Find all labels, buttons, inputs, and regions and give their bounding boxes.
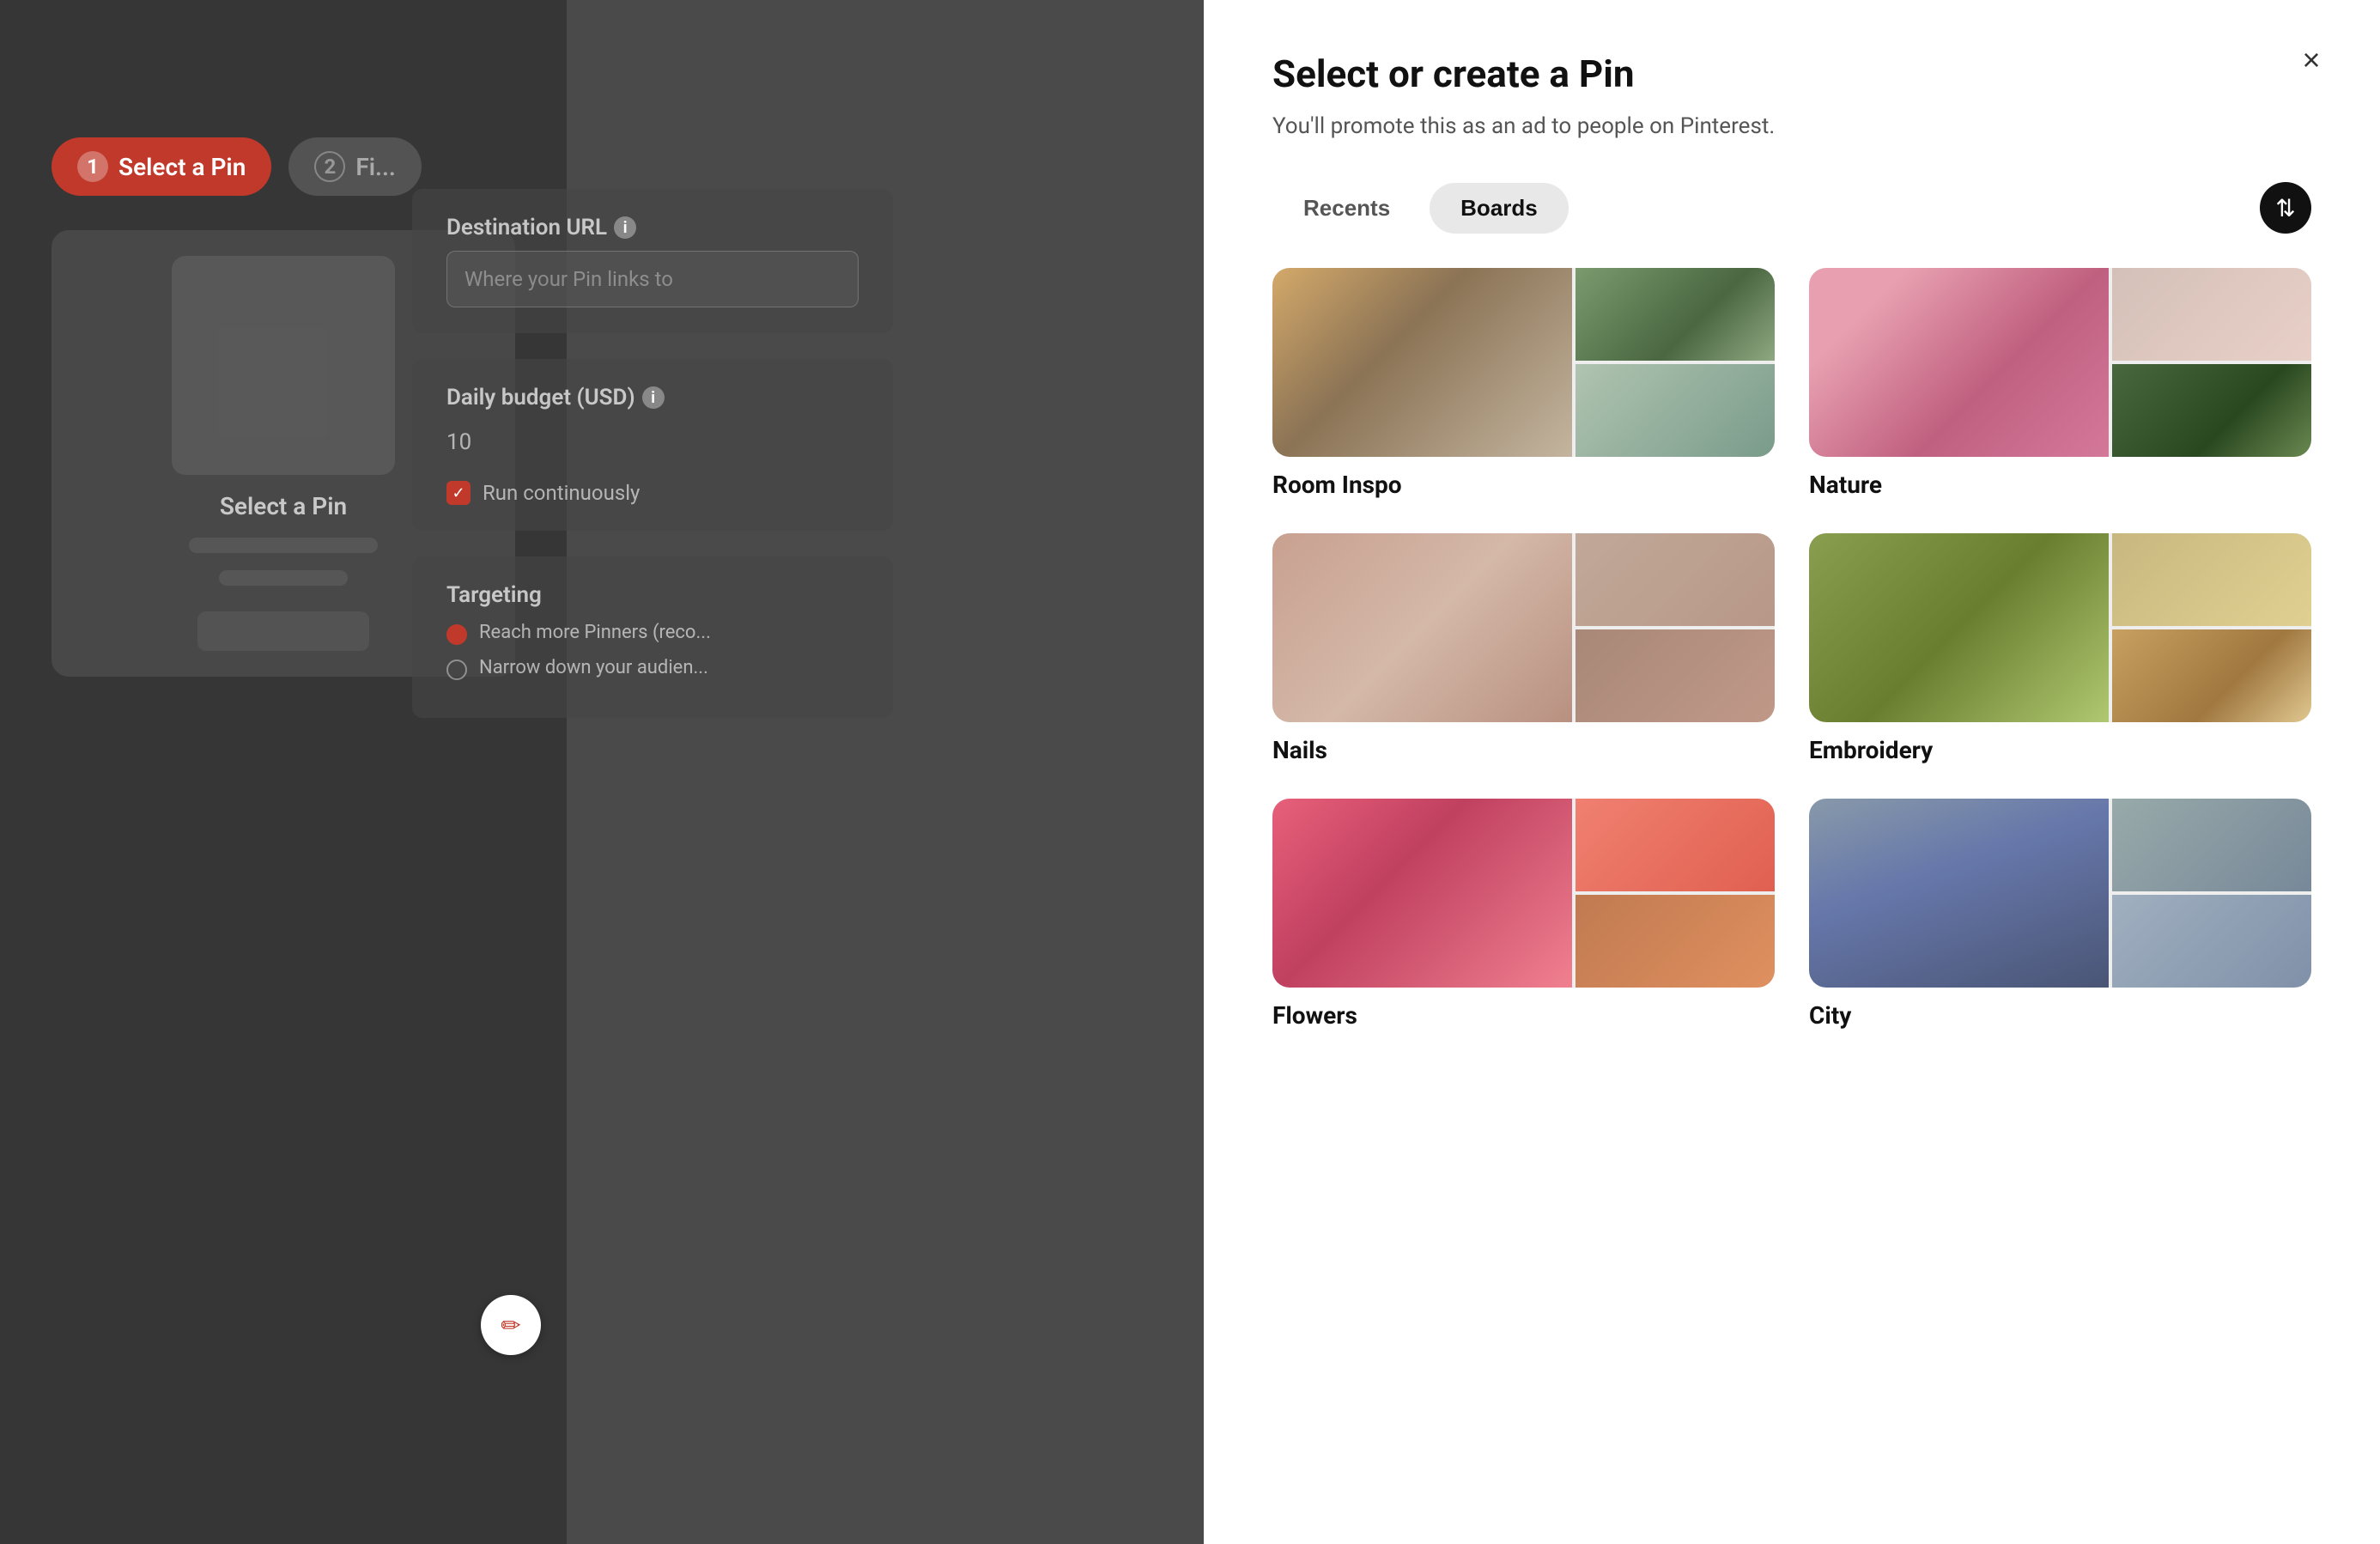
board-item-nature[interactable]: Nature — [1809, 268, 2311, 499]
board-side-imgs-embroidery — [2112, 533, 2311, 722]
pin-bar-1 — [189, 538, 378, 553]
modal-close-button[interactable]: × — [2286, 34, 2337, 86]
run-continuously-label: Run continuously — [483, 481, 640, 505]
board-main-img-flowers — [1272, 799, 1572, 988]
board-name-embroidery: Embroidery — [1809, 736, 2311, 764]
pin-bar-2 — [219, 570, 348, 586]
board-name-city: City — [1809, 1001, 2311, 1030]
board-item-nails[interactable]: Nails — [1272, 533, 1775, 764]
board-main-img-nature — [1809, 268, 2109, 457]
run-continuously-row[interactable]: ✓ Run continuously — [446, 481, 859, 505]
board-side-img-room-inspo-2 — [1576, 364, 1775, 457]
modal-title: Select or create a Pin — [1272, 52, 2311, 96]
step-1-number: 1 — [77, 151, 108, 182]
reach-more-radio[interactable] — [446, 624, 467, 645]
pin-bottom-bar — [197, 611, 369, 651]
board-images-embroidery — [1809, 533, 2311, 722]
board-images-room-inspo — [1272, 268, 1775, 457]
destination-url-input[interactable]: Where your Pin links to — [446, 251, 859, 307]
daily-budget-label: Daily budget (USD) i — [446, 385, 859, 410]
board-images-city — [1809, 799, 2311, 988]
narrow-down-row[interactable]: Narrow down your audien... — [446, 657, 859, 680]
pin-placeholder-image — [172, 256, 395, 475]
tabs-row: Recents Boards ⇅ — [1272, 182, 2311, 234]
narrow-down-label: Narrow down your audien... — [479, 657, 708, 678]
tab-recents[interactable]: Recents — [1272, 183, 1421, 234]
board-name-nails: Nails — [1272, 736, 1775, 764]
board-images-nature — [1809, 268, 2311, 457]
board-side-imgs-nature — [2112, 268, 2311, 457]
board-name-flowers: Flowers — [1272, 1001, 1775, 1030]
board-item-flowers[interactable]: Flowers — [1272, 799, 1775, 1030]
board-main-img-city — [1809, 799, 2109, 988]
board-side-imgs-room-inspo — [1576, 268, 1775, 457]
board-images-nails — [1272, 533, 1775, 722]
board-side-img-flowers-2 — [1576, 895, 1775, 988]
board-name-room-inspo: Room Inspo — [1272, 471, 1775, 499]
sort-button[interactable]: ⇅ — [2260, 182, 2311, 234]
reach-more-label: Reach more Pinners (reco... — [479, 622, 711, 643]
board-side-img-nature-2 — [2112, 364, 2311, 457]
tab-boards[interactable]: Boards — [1430, 183, 1569, 234]
board-side-img-nails-2 — [1576, 629, 1775, 722]
board-main-img-embroidery — [1809, 533, 2109, 722]
board-side-img-nails-1 — [1576, 533, 1775, 626]
pin-placeholder-text: Select a Pin — [220, 492, 347, 520]
board-side-img-city-1 — [2112, 799, 2311, 891]
modal-subtitle: You'll promote this as an ad to people o… — [1272, 113, 2311, 139]
board-side-img-room-inspo-1 — [1576, 268, 1775, 361]
run-continuously-checkbox[interactable]: ✓ — [446, 481, 471, 505]
reach-more-pinners-row[interactable]: Reach more Pinners (reco... — [446, 622, 859, 645]
daily-budget-value[interactable]: 10 — [446, 421, 859, 464]
board-item-embroidery[interactable]: Embroidery — [1809, 533, 2311, 764]
destination-url-section: Destination URL i Where your Pin links t… — [412, 189, 893, 333]
board-main-img-room-inspo — [1272, 268, 1572, 457]
targeting-section: Targeting Reach more Pinners (reco... Na… — [412, 556, 893, 718]
board-side-img-nature-1 — [2112, 268, 2311, 361]
destination-url-info-icon: i — [614, 216, 636, 239]
daily-budget-section: Daily budget (USD) i 10 ✓ Run continuous… — [412, 359, 893, 531]
board-side-img-embroidery-2 — [2112, 629, 2311, 722]
boards-grid: Room Inspo Nature Nails — [1272, 268, 2311, 1030]
board-item-city[interactable]: City — [1809, 799, 2311, 1030]
right-form-panel: Destination URL i Where your Pin links t… — [369, 0, 936, 1544]
board-side-img-flowers-1 — [1576, 799, 1775, 891]
step-1-label: Select a Pin — [118, 153, 246, 181]
destination-url-label: Destination URL i — [446, 215, 859, 240]
step-2-number: 2 — [314, 151, 345, 182]
close-icon: × — [2302, 42, 2320, 78]
targeting-label: Targeting — [446, 582, 859, 608]
daily-budget-info-icon: i — [642, 386, 665, 409]
board-side-imgs-city — [2112, 799, 2311, 988]
board-main-img-nails — [1272, 533, 1572, 722]
board-name-nature: Nature — [1809, 471, 2311, 499]
board-side-imgs-nails — [1576, 533, 1775, 722]
sort-icon: ⇅ — [2275, 194, 2295, 222]
destination-url-placeholder: Where your Pin links to — [464, 267, 673, 291]
narrow-down-radio[interactable] — [446, 660, 467, 680]
board-side-img-city-2 — [2112, 895, 2311, 988]
board-item-room-inspo[interactable]: Room Inspo — [1272, 268, 1775, 499]
board-images-flowers — [1272, 799, 1775, 988]
board-side-imgs-flowers — [1576, 799, 1775, 988]
step-1-item[interactable]: 1 Select a Pin — [52, 137, 271, 196]
modal-panel: × Select or create a Pin You'll promote … — [1204, 0, 2380, 1544]
board-side-img-embroidery-1 — [2112, 533, 2311, 626]
